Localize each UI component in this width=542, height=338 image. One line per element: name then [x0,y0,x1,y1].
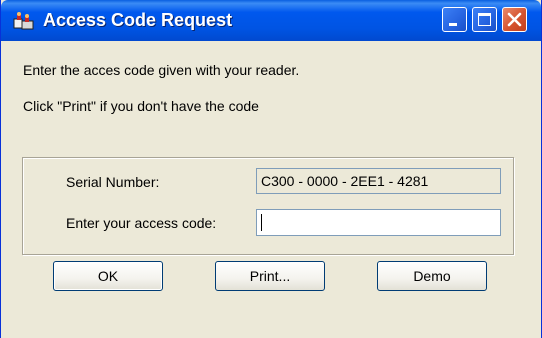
app-reader-icon [13,12,34,30]
demo-button[interactable]: Demo [377,261,487,291]
maximize-icon [478,13,491,26]
serial-number-label: Serial Number: [66,174,160,190]
close-button[interactable] [502,7,527,32]
title-bar[interactable]: Access Code Request [1,0,541,41]
access-code-dialog: Access Code Request Enter the acces code… [0,0,542,338]
minimize-button[interactable] [442,7,467,32]
window-title: Access Code Request [43,10,233,30]
access-code-input[interactable] [256,209,501,236]
print-button[interactable]: Print... [215,261,325,291]
ok-button[interactable]: OK [53,261,163,291]
maximize-button[interactable] [472,7,497,32]
instruction-text: Enter the acces code given with your rea… [23,62,300,78]
minimize-icon [449,23,457,26]
access-code-label: Enter your access code: [66,215,217,231]
text-cursor [261,214,262,231]
serial-number-field: C300 - 0000 - 2EE1 - 4281 [256,168,501,194]
close-icon [507,12,522,27]
print-hint-text: Click "Print" if you don't have the code [23,98,259,114]
